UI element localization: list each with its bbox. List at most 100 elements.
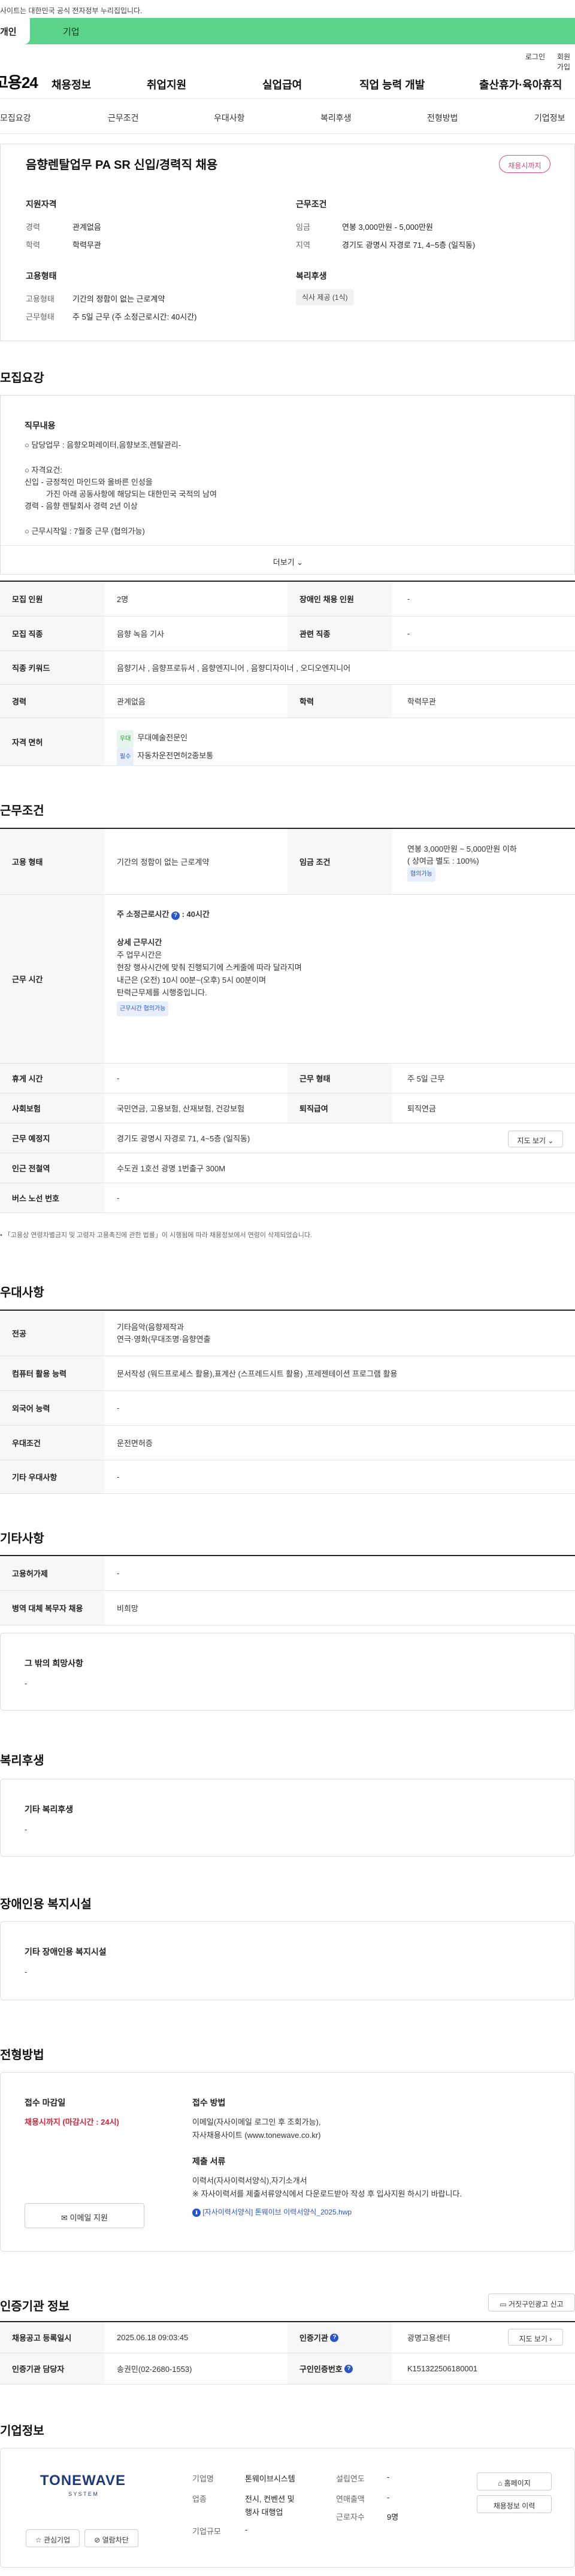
block-view-button[interactable]: ⊘ 열람차단 [84, 2529, 138, 2547]
job-title: 음향렌탈업무 PA SR 신입/경력직 채용 [26, 159, 218, 172]
row-header: 장애인 채용 인원 [288, 582, 392, 616]
region-label: 지역 [296, 241, 310, 250]
table-row: 전공 기타음악(음향제작과 연극·영화(무대조명·음향연출 [0, 1311, 575, 1356]
preference-table: 전공 기타음악(음향제작과 연극·영화(무대조명·음향연출 컴퓨터 활용 능력 … [0, 1310, 575, 1494]
attachment-link[interactable]: ⬇ [자사이력서양식] 톤웨이브 이력서양식_2025.hwp [192, 2207, 352, 2217]
gnb-training[interactable]: 직업 능력 개발 [359, 77, 425, 92]
table-row: 인근 전철역 수도권 1호선 광명 1번출구 300M [0, 1153, 575, 1183]
company-name-value: 톤웨이브시스템 [245, 2474, 295, 2483]
attachment-icon: ⬇ [192, 2209, 201, 2217]
table-row: 기타 우대사항 - [0, 1460, 575, 1494]
block-icon: ⊘ [94, 2536, 101, 2544]
deadline-heading: 접수 마감일 [25, 2098, 66, 2107]
table-row: 사회보험 국민연금, 고용보험, 산재보험, 건강보험 퇴직급여 퇴직연금 [0, 1093, 575, 1123]
tab-conditions[interactable]: 근무조건 [108, 112, 139, 124]
row-header: 사회보험 [0, 1093, 105, 1123]
login-link[interactable]: 로그인 [525, 51, 545, 62]
employees-value: 9명 [387, 2513, 399, 2522]
preference-heading: 우대사항 [0, 1286, 44, 1299]
welfare-heading: 복리후생 [296, 271, 327, 281]
tab-preference[interactable]: 우대사항 [214, 112, 245, 124]
welfare-section-heading: 복리후생 [0, 1754, 44, 1767]
detail-line: 가진 아래 공동사항에 해당되는 대한민국 국적의 남여 [25, 490, 217, 499]
career-value: 관계없음 [72, 223, 101, 232]
license-item: 우대 무대예술전문인 [117, 730, 213, 748]
employees-label: 근로자수 [336, 2513, 365, 2522]
row-header: 직종 키워드 [0, 651, 105, 684]
panel-value: - [25, 1679, 28, 1688]
conditions-heading: 근무조건 [0, 804, 44, 818]
row-value: 퇴직연금 [407, 1104, 436, 1113]
recruit-table: 모집 인원 2명 장애인 채용 인원 - 모집 직종 음향 녹음 기사 관련 직… [0, 581, 575, 766]
table-row: 근무 예정지 경기도 광명시 자경로 71, 4~5층 (일직동) 지도 보기 … [0, 1123, 575, 1153]
license-list: 우대 무대예술전문인 필수 자동차운전면허2종보통 [117, 718, 213, 766]
tab-selection[interactable]: 전형방법 [427, 112, 458, 124]
row-header: 임금 조건 [288, 829, 392, 894]
age-law-note: • 「고용상 연령차별금지 및 고령자 고용촉진에 관한 법률」이 시행됨에 따… [0, 1232, 312, 1239]
row-value: 2025.06.18 09:03:45 [117, 2333, 189, 2342]
tab-company-info[interactable]: 기업정보 [534, 112, 565, 124]
more-button[interactable]: 더보기 ⌄ [1, 545, 575, 575]
row-header: 자격 면허 [0, 718, 105, 765]
row-header: 인근 전철역 [0, 1153, 105, 1183]
row-header: 휴게 시간 [0, 1064, 105, 1093]
region-value: 경기도 광명시 자경로 71, 4~5층 (일직동) [342, 241, 476, 250]
row-header: 퇴직급여 [288, 1093, 392, 1123]
disabled-heading: 장애인용 복지시설 [0, 1898, 92, 1911]
agency-map-button[interactable]: 지도 보기 › [508, 2329, 563, 2346]
row-header: 고용허가제 [0, 1556, 105, 1590]
row-header: 근무 형태 [288, 1064, 392, 1093]
recruit-heading: 모집요강 [0, 372, 44, 385]
detail-heading: 직무내용 [25, 421, 56, 430]
job-history-button[interactable]: 채용정보 이력 [477, 2495, 552, 2513]
site-logo[interactable]: 고용24 [0, 71, 38, 93]
company-name-label: 기업명 [192, 2474, 214, 2483]
row-header: 근무 시간 [0, 895, 105, 1063]
row-header: 경력 [0, 685, 105, 718]
revenue-value: - [387, 2493, 390, 2502]
panel-value: - [25, 1967, 28, 1976]
row-value: 광명고용센터 [407, 2334, 450, 2343]
chevron-down-icon: ⌄ [547, 1137, 554, 1145]
gnb-leave[interactable]: 출산휴가·육아휴직 [479, 77, 562, 92]
gnb-jobs[interactable]: 채용정보 [52, 77, 91, 92]
row-value: - [117, 1569, 120, 1578]
map-button[interactable]: 지도 보기 ⌄ [508, 1131, 563, 1147]
detail-line: 신입 - 긍정적인 마인드와 올바른 인성을 [25, 478, 153, 487]
homepage-button[interactable]: ⌂ 홈페이지 [477, 2472, 552, 2490]
gnb-employment-support[interactable]: 취업지원 [147, 77, 186, 92]
hours-negotiable-tag: 근무시간 협의가능 [117, 1001, 169, 1016]
gnb-unemployment[interactable]: 실업급여 [262, 77, 302, 92]
cond-heading: 근무조건 [296, 199, 327, 209]
info-icon[interactable]: ? [344, 2364, 353, 2373]
row-value: 비희망 [117, 1604, 138, 1613]
pref-tag: 우대 [117, 730, 134, 748]
email-apply-button[interactable]: ✉ 이메일 지원 [25, 2203, 144, 2228]
other-table: 고용허가제 - 병역 대체 복무자 채용 비희망 [0, 1555, 575, 1626]
method-heading: 접수 방법 [192, 2098, 226, 2107]
welfare-panel: 기타 복리후생 - [0, 1779, 575, 1857]
tab-recruit[interactable]: 모집요강 [0, 112, 31, 124]
row-header: 관련 직종 [288, 616, 392, 651]
worktype-label: 근무형태 [26, 312, 55, 321]
welfare-chip: 식사 제공 (1식) [296, 289, 354, 305]
table-row: 자격 면허 우대 무대예술전문인 필수 자동차운전면허2종보통 [0, 718, 575, 766]
info-icon[interactable]: ? [171, 912, 180, 920]
chevron-down-icon: ⌄ [296, 558, 304, 567]
row-value: 관계없음 [117, 697, 146, 706]
detail-line: ○ 근무시작일 : 7월중 근무 (협의가능) [25, 527, 145, 536]
worktype-value: 주 5일 근무 (주 소정근로시간: 40시간) [72, 312, 197, 321]
tab-personal[interactable]: 개인 [0, 18, 30, 44]
report-false-ad-button[interactable]: ▭ 거짓구인광고 신고 [488, 2294, 575, 2311]
other-wish-panel: 그 밖의 희망사항 - [0, 1633, 575, 1711]
tab-welfare[interactable]: 복리후생 [320, 112, 352, 124]
edu-value: 학력무관 [72, 241, 101, 250]
row-value: 기간의 정함이 없는 근로계약 [117, 858, 210, 867]
favorite-company-button[interactable]: ☆ 관심기업 [26, 2529, 80, 2547]
industry-value: 행사 대행업 [245, 2508, 283, 2517]
panel-heading: 기타 복리후생 [25, 1805, 74, 1814]
company-logo: TONEWAVE S Y S T E M [40, 2472, 126, 2497]
tab-company[interactable]: 기업 [63, 25, 80, 38]
other-heading: 기타사항 [0, 1532, 44, 1545]
info-icon[interactable]: ? [330, 2333, 339, 2342]
